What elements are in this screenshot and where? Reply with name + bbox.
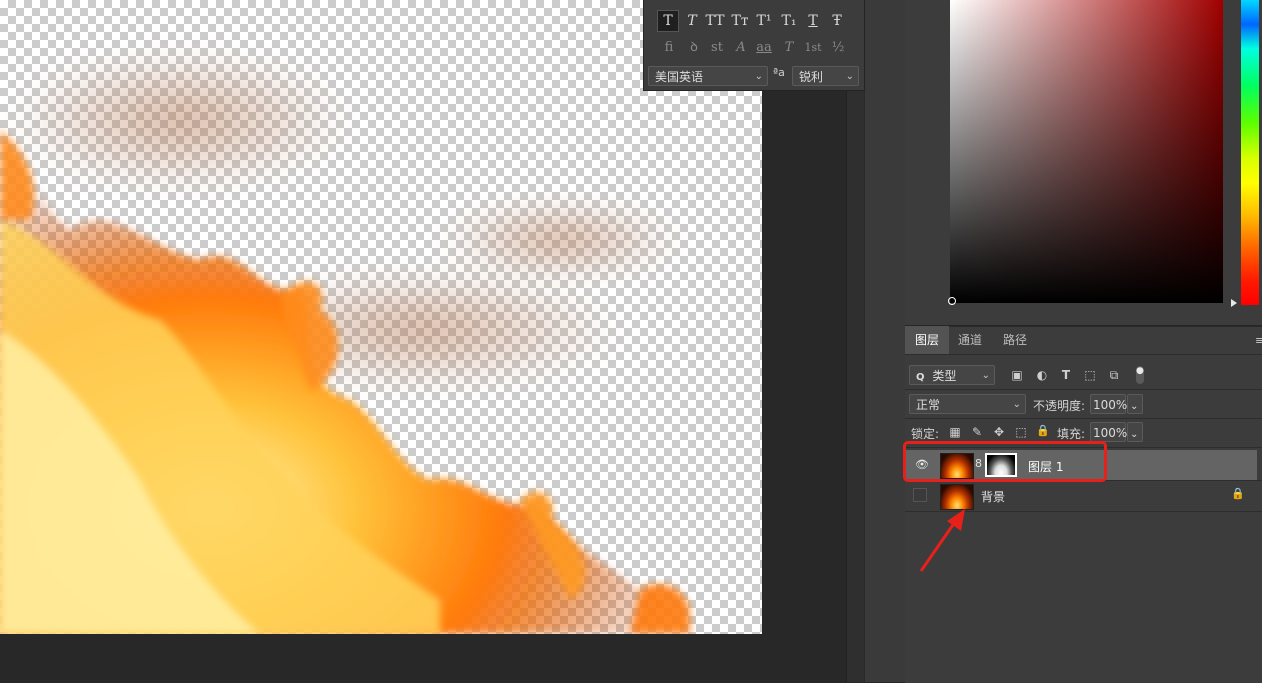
blend-mode-select[interactable]: 正常 ⌄ xyxy=(909,394,1026,414)
chevron-down-icon: ⌄ xyxy=(981,370,990,381)
lock-transparent-pixels-icon[interactable]: ▦ xyxy=(948,425,962,439)
language-value: 美国英语 xyxy=(655,70,704,84)
chevron-down-icon: ⌄ xyxy=(1012,399,1021,410)
shape-filter-icon[interactable]: ⬚ xyxy=(1083,368,1097,382)
lock-all-icon[interactable]: 🔒 xyxy=(1036,424,1050,438)
color-field-cursor[interactable] xyxy=(948,297,956,305)
chevron-down-icon: ⌄ xyxy=(1130,401,1139,412)
language-select[interactable]: 美国英语 ⌄ xyxy=(648,66,768,86)
antialias-select[interactable]: 锐利 ⌄ xyxy=(792,66,859,86)
ordinals-button[interactable]: 1st xyxy=(803,38,823,58)
filter-toggle[interactable]: ● xyxy=(1136,366,1144,384)
superscript-button[interactable]: T¹ xyxy=(754,11,774,31)
opacity-input[interactable]: 100% xyxy=(1090,394,1128,414)
antialias-icon: ªa xyxy=(773,66,785,79)
toggle-icon: ● xyxy=(1136,366,1144,376)
strikethrough-button[interactable]: Ŧ xyxy=(827,11,847,31)
type-filter-icon[interactable]: T xyxy=(1059,368,1073,382)
hue-slider[interactable] xyxy=(1241,0,1259,305)
fractions-button[interactable]: ½ xyxy=(828,38,848,58)
tab-paths[interactable]: 路径 xyxy=(993,326,1037,354)
opacity-value: 100% xyxy=(1093,398,1128,412)
subscript-button[interactable]: T₁ xyxy=(779,11,799,31)
small-caps-button[interactable]: Tт xyxy=(730,11,750,31)
visibility-toggle[interactable] xyxy=(913,488,927,502)
faux-bold-button[interactable]: T xyxy=(657,10,679,32)
fill-dropdown[interactable]: ⌄ xyxy=(1127,422,1143,442)
opacity-label: 不透明度: xyxy=(1033,399,1086,413)
fill-value: 100% xyxy=(1093,426,1128,440)
lock-position-icon[interactable]: ✥ xyxy=(992,425,1006,439)
discretionary-ligatures-button[interactable]: ꝺ xyxy=(684,38,704,58)
lock-icon: 🔒 xyxy=(1231,487,1245,500)
lock-image-pixels-icon[interactable]: ✎ xyxy=(970,425,984,439)
adjustment-filter-icon[interactable]: ◐ xyxy=(1035,368,1049,382)
layer-filter-kind-select[interactable]: Q 类型 ⌄ xyxy=(909,365,995,385)
chevron-down-icon: ⌄ xyxy=(1130,429,1139,440)
lock-artboard-icon[interactable]: ⬚ xyxy=(1014,425,1028,439)
divider xyxy=(905,354,1262,355)
document-canvas[interactable] xyxy=(0,0,762,634)
opacity-dropdown[interactable]: ⌄ xyxy=(1127,394,1143,414)
search-icon: Q xyxy=(916,372,925,383)
fill-input[interactable]: 100% xyxy=(1090,422,1128,442)
filter-kind-value: 类型 xyxy=(932,369,957,383)
chevron-down-icon: ⌄ xyxy=(754,71,763,82)
panel-menu-icon[interactable]: ≡ xyxy=(1255,334,1262,347)
divider xyxy=(905,389,1262,390)
blend-mode-value: 正常 xyxy=(916,398,941,412)
swash-button[interactable]: A xyxy=(731,38,751,58)
highlight-box xyxy=(903,441,1107,482)
underline-button[interactable]: T xyxy=(803,11,823,31)
faux-italic-button[interactable]: T xyxy=(682,11,702,31)
all-caps-button[interactable]: TT xyxy=(705,11,725,31)
lock-label: 锁定: xyxy=(911,427,940,441)
smart-object-filter-icon[interactable]: ⧉ xyxy=(1107,368,1121,382)
fill-label: 填充: xyxy=(1057,427,1086,441)
panel-dock-strip xyxy=(864,0,906,682)
canvas-scrollbar[interactable] xyxy=(846,0,865,682)
tab-channels[interactable]: 通道 xyxy=(948,326,992,354)
ligatures-button[interactable]: fi xyxy=(659,38,679,58)
stylistic-alternates-button[interactable]: aa xyxy=(754,38,774,58)
tab-layers[interactable]: 图层 xyxy=(905,326,950,354)
titling-alternates-button[interactable]: T xyxy=(779,38,799,58)
antialias-value: 锐利 xyxy=(799,70,824,84)
layer-name[interactable]: 背景 xyxy=(981,488,1005,505)
hue-slider-handle[interactable] xyxy=(1231,299,1237,307)
color-field[interactable] xyxy=(950,0,1223,303)
annotation-arrow-icon xyxy=(919,509,965,572)
fire-image xyxy=(0,50,700,634)
contextual-alternates-button[interactable]: st xyxy=(707,38,727,58)
pixel-layer-filter-icon[interactable]: ▣ xyxy=(1010,368,1024,382)
divider xyxy=(905,418,1262,419)
chevron-down-icon: ⌄ xyxy=(845,71,854,82)
